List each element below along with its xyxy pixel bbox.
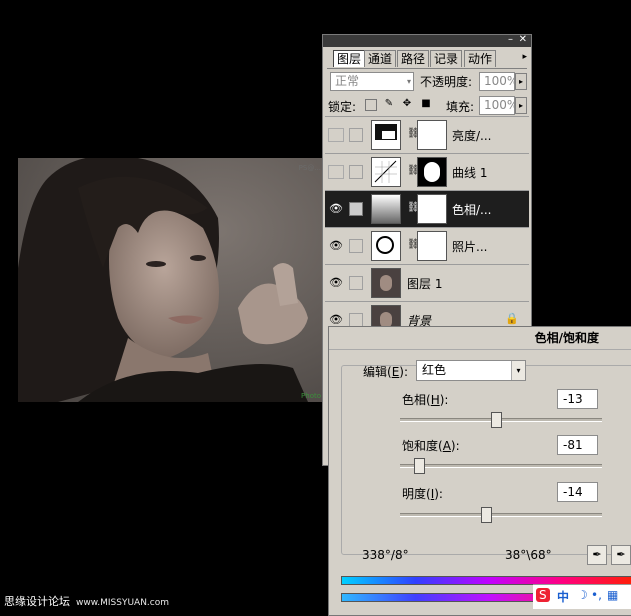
panel-titlebar: – ✕ — [323, 34, 531, 47]
layer-row-selected[interactable]: 👁 ⛓ 色相/... — [325, 190, 529, 227]
opacity-label: 不透明度: — [420, 75, 473, 89]
move-icon[interactable]: ✥ — [402, 99, 412, 109]
saturation-input[interactable]: -81 — [557, 435, 598, 455]
ime-toolbar[interactable]: S 中 ☽ •, ▦ — [533, 584, 631, 609]
blend-mode-value: 正常 — [335, 74, 360, 88]
link-cell[interactable] — [349, 239, 363, 253]
curves-adjustment-icon — [371, 157, 401, 187]
layer-name: 照片... — [452, 240, 488, 254]
saturation-slider-thumb[interactable] — [413, 458, 425, 474]
lightness-label: 明度(I): — [402, 487, 443, 501]
moon-icon[interactable]: ☽ — [577, 588, 588, 602]
layer-row[interactable]: 👁 ⛓ 照片... — [325, 227, 529, 264]
tab-channels[interactable]: 通道 — [364, 50, 397, 67]
lightness-input[interactable]: -14 — [557, 482, 598, 502]
layer-mask-thumbnail — [417, 231, 447, 261]
ime-mode-label[interactable]: 中 — [557, 588, 569, 605]
link-cell[interactable] — [349, 128, 363, 142]
photo-canvas[interactable]: PS@... Photo — [18, 158, 325, 402]
keyboard-icon[interactable]: ▦ — [607, 588, 618, 602]
lock-transparency-icon[interactable] — [365, 99, 377, 111]
layer-mask-thumbnail — [417, 120, 447, 150]
fill-input[interactable]: 100% — [479, 96, 518, 115]
opacity-slider-button[interactable]: ▸ — [515, 73, 527, 90]
eye-icon[interactable]: 👁 — [328, 313, 344, 327]
hue-input[interactable]: -13 — [557, 389, 598, 409]
eyedropper-icon[interactable]: ✒ — [587, 545, 607, 565]
layer-name: 曲线 1 — [452, 166, 488, 180]
tab-actions[interactable]: 动作 — [464, 50, 497, 67]
lock-label: 锁定: — [328, 100, 357, 114]
lightness-slider-track[interactable] — [400, 513, 602, 517]
layer-row[interactable]: 👁 图层 1 — [325, 264, 529, 301]
link-cell[interactable] — [349, 313, 363, 327]
punctuation-icon[interactable]: •, — [591, 588, 602, 602]
layer-mask-thumbnail — [417, 194, 447, 224]
lock-icon: 🔒 — [505, 312, 519, 325]
site-logo: 思缘设计论坛 www.MISSYUAN.com — [4, 595, 170, 608]
hue-label: 色相(H): — [402, 393, 449, 407]
brightness-adjustment-icon — [371, 120, 401, 150]
layer-name: 图层 1 — [407, 277, 443, 291]
sogou-icon[interactable]: S — [536, 588, 550, 602]
photo-watermark-bottom: Photo — [301, 392, 321, 400]
photo-filter-adjustment-icon — [371, 231, 401, 261]
tab-paths[interactable]: 路径 — [397, 50, 430, 67]
layer-name: 亮度/... — [452, 129, 492, 143]
edit-label: 编辑(E): — [363, 365, 409, 379]
eye-icon[interactable]: 👁 — [328, 202, 344, 216]
layer-mask-thumbnail — [417, 157, 447, 187]
hue-slider-thumb[interactable] — [490, 412, 502, 428]
link-cell[interactable] — [349, 276, 363, 290]
tab-layers[interactable]: 图层 — [333, 50, 366, 67]
hue-saturation-adjustment-icon — [371, 194, 401, 224]
eye-icon[interactable]: 👁 — [328, 276, 344, 290]
layer-thumbnail — [371, 268, 401, 298]
visibility-toggle[interactable] — [328, 165, 344, 179]
range-right-readout: 38°\68° — [505, 548, 552, 562]
fill-label: 填充: — [446, 100, 475, 114]
layer-row[interactable]: ⛓ 曲线 1 — [325, 153, 529, 190]
saturation-slider-track[interactable] — [400, 464, 602, 468]
opacity-input[interactable]: 100% — [479, 72, 518, 91]
lightness-slider-thumb[interactable] — [481, 507, 493, 523]
visibility-toggle[interactable] — [328, 128, 344, 142]
range-left-readout: 338°/8° — [362, 548, 409, 562]
edit-channel-select[interactable]: 红色 ▾ — [416, 360, 526, 381]
eyedropper-plus-icon[interactable]: ✒ — [611, 545, 631, 565]
adjustment-indicator-icon[interactable] — [349, 202, 363, 216]
brush-icon[interactable]: ✎ — [384, 99, 394, 109]
tab-history[interactable]: 记录 — [430, 50, 463, 67]
layer-name: 色相/... — [452, 203, 492, 217]
panel-tabs: 图层 通道 路径 记录 动作 ▸ — [327, 50, 527, 69]
fill-slider-button[interactable]: ▸ — [515, 97, 527, 114]
close-icon[interactable]: ✕ — [519, 34, 527, 45]
chevron-down-icon: ▾ — [511, 361, 525, 380]
portrait-image — [18, 158, 325, 402]
lock-icon[interactable]: ■ — [421, 99, 431, 109]
chevron-down-icon: ▾ — [406, 77, 411, 86]
link-cell[interactable] — [349, 165, 363, 179]
dialog-title: 色相/饱和度 — [329, 327, 631, 350]
blend-mode-select[interactable]: 正常 ▾ — [330, 72, 414, 91]
eye-icon[interactable]: 👁 — [328, 239, 344, 253]
saturation-label: 饱和度(A): — [402, 439, 460, 453]
hue-saturation-dialog: 色相/饱和度 编辑(E): 红色 ▾ 色相(H): -13 饱和度(A): -8… — [328, 326, 631, 616]
edit-channel-value: 红色 — [422, 363, 447, 377]
photo-watermark-top: PS@... — [298, 164, 321, 172]
layer-row[interactable]: ⛓ 亮度/... — [325, 116, 529, 153]
panel-menu-icon[interactable]: ▸ — [522, 52, 527, 62]
minimize-icon[interactable]: – — [508, 34, 513, 45]
